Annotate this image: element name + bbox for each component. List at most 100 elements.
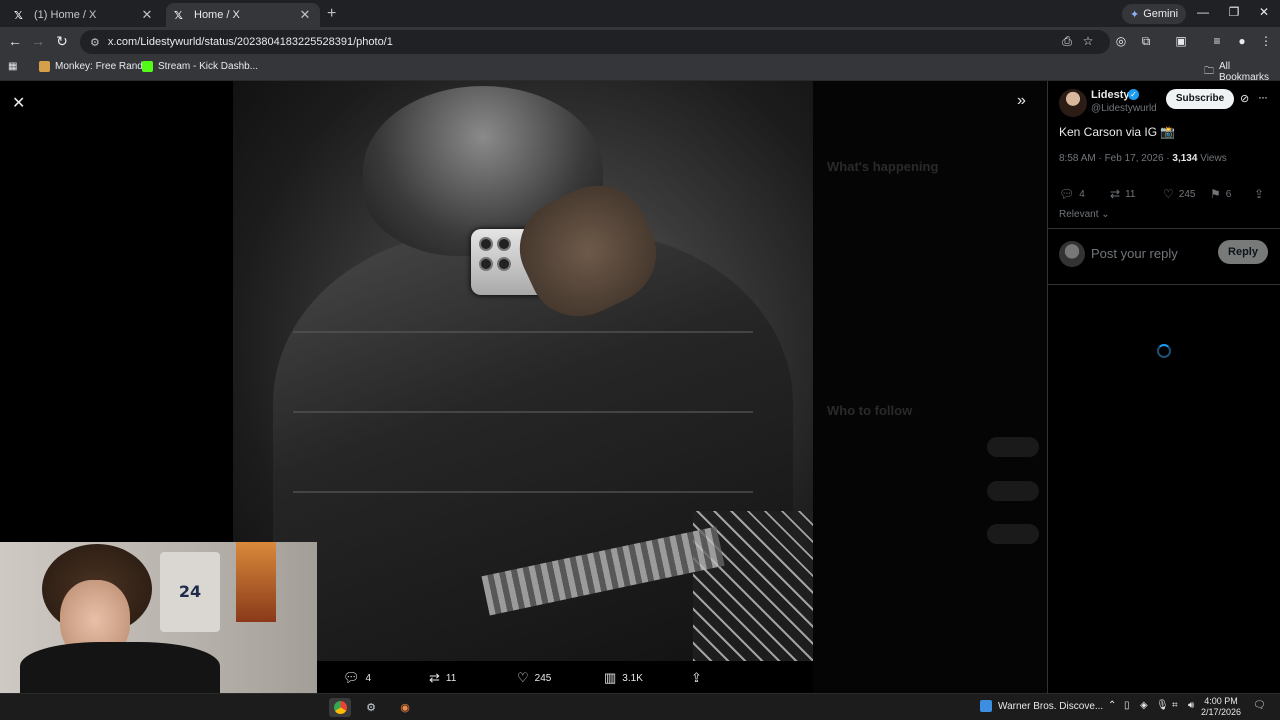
grok-icon[interactable]: ⊘	[1240, 92, 1249, 105]
clock-time: 4:00 PM	[1204, 696, 1238, 706]
repost-count: 11	[445, 672, 457, 684]
webcam-overlay: 24	[0, 542, 317, 693]
reply-sort-dropdown[interactable]: Relevant ⌄	[1059, 209, 1110, 220]
dimmed-follow-button	[987, 524, 1039, 544]
install-app-icon[interactable]: ⎙	[1059, 34, 1075, 49]
side-panel-icon[interactable]: ▣	[1173, 34, 1189, 48]
photo-action-bar: 💬︎ 4 ⇄ 11 ♡ 245 ▥ 3.1K ⇪	[317, 663, 813, 693]
reply-action[interactable]: 💬︎ 4	[343, 670, 371, 686]
webcam-poster	[236, 542, 276, 622]
like-action[interactable]: ♡ 245	[517, 670, 551, 686]
news-widget[interactable]: Warner Bros. Discove...	[980, 700, 1103, 712]
bookmark-kick[interactable]: Stream - Kick Dashb...	[142, 61, 258, 72]
photo-detail	[497, 257, 511, 271]
repost-icon: ⇄	[429, 670, 440, 685]
menu-kebab-icon[interactable]: ⋮	[1258, 34, 1274, 48]
chrome-taskbar-icon[interactable]	[329, 698, 351, 717]
author-name[interactable]: Lidesty	[1091, 89, 1130, 101]
gemini-label: Gemini	[1143, 8, 1179, 20]
chevron-down-icon: ⌄	[1101, 209, 1110, 220]
verified-badge-icon: ✓	[1128, 89, 1139, 100]
news-icon	[980, 700, 992, 712]
gemini-button[interactable]: ✦ Gemini	[1122, 4, 1187, 24]
notifications-icon[interactable]: 🗨︎	[1253, 700, 1266, 711]
bookmark-label: Stream - Kick Dashb...	[158, 61, 259, 72]
folder-icon: 🗀	[1204, 65, 1214, 77]
share-action[interactable]: ⇪	[691, 670, 702, 686]
more-options-icon[interactable]: ···	[1258, 90, 1268, 104]
collapse-panel-chevrons-icon[interactable]: »	[1017, 92, 1026, 110]
bookmark-star-icon[interactable]: ☆	[1080, 34, 1096, 48]
webcam-person-shirt	[20, 642, 220, 693]
kick-favicon-icon	[142, 61, 153, 72]
steam-taskbar-icon[interactable]: ⚙	[360, 698, 382, 717]
all-bookmarks-button[interactable]: 🗀 All Bookmarks	[1204, 61, 1280, 83]
reply-count: 4	[365, 672, 372, 684]
tray-app-icon[interactable]: ▯	[1124, 700, 1130, 711]
reply-stat[interactable]: 💬︎ 4	[1059, 187, 1085, 201]
photo-detail	[293, 491, 753, 493]
address-bar[interactable]: ⚙ x.com/Lidestywurld/status/202380418322…	[80, 30, 1110, 54]
close-tab-icon[interactable]: ✕	[140, 7, 154, 23]
bookmark-monkey[interactable]: Monkey: Free Rand...	[39, 61, 151, 72]
monkey-favicon-icon	[39, 61, 50, 72]
like-count: 245	[1178, 188, 1196, 200]
extension-icon[interactable]: ◎	[1113, 34, 1129, 48]
repost-icon: ⇄	[1110, 187, 1121, 201]
network-icon[interactable]: ⌗	[1172, 700, 1178, 711]
views-action[interactable]: ▥ 3.1K	[604, 670, 643, 686]
tray-app-icon[interactable]: ◈	[1140, 700, 1148, 711]
bar-chart-icon: ▥	[604, 670, 617, 685]
close-tab-icon[interactable]: ✕	[298, 7, 312, 23]
media-controls-icon[interactable]: ≡	[1209, 34, 1225, 48]
author-handle[interactable]: @Lidestywurld	[1091, 103, 1157, 114]
subscribe-button[interactable]: Subscribe	[1166, 89, 1234, 109]
photo-detail	[293, 331, 753, 333]
bookmark-stat[interactable]: ⚑ 6	[1210, 187, 1231, 201]
post-timestamp: 8:58 AM · Feb 17, 2026 · 3,134 Views	[1059, 153, 1227, 164]
repost-action[interactable]: ⇄ 11	[429, 670, 456, 686]
volume-icon[interactable]: 🔊︎	[1188, 700, 1194, 711]
reply-bubble-icon: 💬︎	[343, 670, 360, 685]
share-stat[interactable]: ⇪	[1254, 187, 1264, 201]
minimize-window-button[interactable]: —	[1193, 5, 1213, 19]
share-upload-icon: ⇪	[691, 670, 702, 685]
puzzle-extensions-icon[interactable]: ⧉	[1138, 34, 1154, 49]
reply-input[interactable]: Post your reply	[1091, 241, 1211, 267]
show-hidden-icons-icon[interactable]: ⌃	[1108, 700, 1116, 711]
forward-arrow-icon[interactable]: →	[29, 33, 47, 49]
microphone-icon[interactable]: 🎙︎	[1156, 700, 1169, 711]
avatar[interactable]	[1059, 89, 1087, 117]
dimmed-follow-button	[987, 481, 1039, 501]
photo-detail	[479, 257, 493, 271]
site-info-icon[interactable]: ⚙	[90, 36, 100, 49]
post-time[interactable]: 8:58 AM · Feb 17, 2026 ·	[1059, 153, 1172, 164]
dimmed-heading: Who to follow	[827, 403, 913, 418]
avatar	[1059, 241, 1085, 267]
post-views-label: Views	[1197, 153, 1227, 164]
new-tab-button[interactable]: +	[327, 5, 336, 23]
tab-home-active[interactable]: 𝕏 Home / X ✕	[166, 3, 320, 27]
dimmed-heading: What's happening	[827, 159, 939, 174]
profile-avatar-icon[interactable]: ●	[1234, 34, 1250, 48]
x-logo-icon: 𝕏	[14, 8, 23, 22]
system-clock[interactable]: 4:00 PM 2/17/2026	[1198, 696, 1244, 718]
close-icon[interactable]: ✕	[12, 93, 25, 113]
post-photo[interactable]	[233, 81, 813, 661]
clock-date: 2/17/2026	[1200, 707, 1242, 717]
reload-icon[interactable]: ↻	[53, 33, 71, 50]
repost-stat[interactable]: ⇄ 11	[1110, 187, 1135, 201]
reply-button[interactable]: Reply	[1218, 240, 1268, 264]
loading-spinner-icon	[1157, 344, 1171, 358]
post-detail-panel: Lidesty ✓ @Lidestywurld Subscribe ⊘ ··· …	[1047, 81, 1280, 693]
restore-window-button[interactable]: ❐	[1224, 5, 1244, 19]
bookmark-icon: ⚑	[1210, 187, 1221, 201]
close-window-button[interactable]: ✕	[1254, 5, 1274, 19]
news-text: Warner Bros. Discove...	[998, 700, 1104, 712]
dimmed-follow-button	[987, 437, 1039, 457]
back-arrow-icon[interactable]: ←	[6, 33, 24, 49]
tab-home-notifications[interactable]: 𝕏 (1) Home / X ✕	[6, 3, 162, 27]
like-stat[interactable]: ♡ 245	[1163, 187, 1195, 201]
apps-grid-icon[interactable]: ▦	[8, 61, 17, 72]
obs-taskbar-icon[interactable]: ◉	[394, 698, 416, 717]
